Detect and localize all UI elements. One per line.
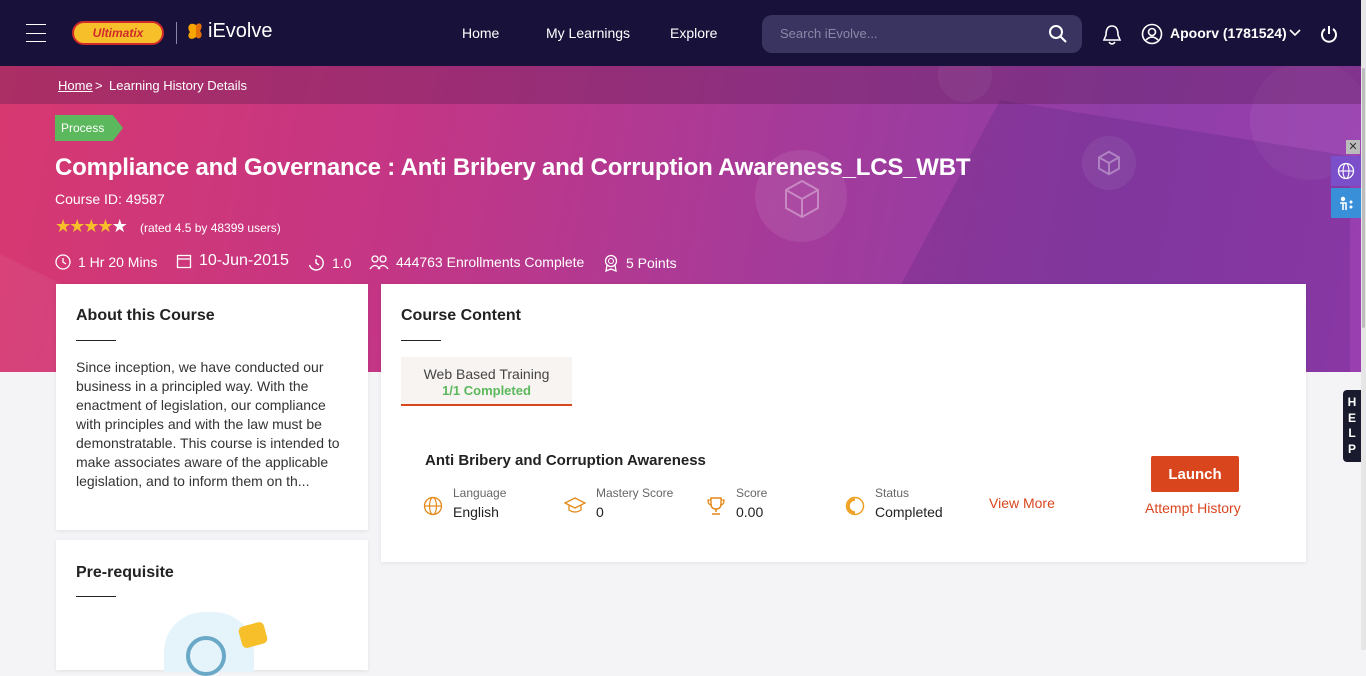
- graduation-cap-icon: [564, 497, 586, 513]
- category-tag: Process: [55, 115, 123, 141]
- star-icon: ★: [97, 216, 113, 236]
- search-icon[interactable]: [1048, 24, 1068, 44]
- tab-web-based-training[interactable]: Web Based Training 1/1 Completed: [401, 357, 572, 406]
- ultimatix-logo[interactable]: Ultimatix: [72, 21, 164, 45]
- about-heading: About this Course: [76, 307, 215, 324]
- tab-label: Web Based Training: [423, 366, 550, 382]
- enrollments-value: 444763 Enrollments Complete: [396, 254, 585, 270]
- search-placeholder: Search iEvolve...: [780, 26, 878, 41]
- chevron-down-icon[interactable]: [1289, 29, 1301, 37]
- help-letter: P: [1347, 441, 1356, 456]
- ievolve-logo[interactable]: iEvolve: [186, 20, 272, 43]
- search-input[interactable]: Search iEvolve...: [762, 15, 1082, 53]
- breadcrumb-home[interactable]: Home: [58, 78, 93, 93]
- user-icon[interactable]: [1141, 23, 1163, 45]
- close-icon[interactable]: ✕: [1346, 140, 1360, 154]
- language-label: Language: [453, 486, 507, 500]
- duration-value: 1 Hr 20 Mins: [78, 254, 158, 270]
- empty-state-illustration: [164, 612, 269, 676]
- help-letter: L: [1348, 426, 1356, 440]
- language-value: English: [453, 504, 499, 520]
- cube-icon: [1098, 150, 1120, 176]
- star-icon: ★: [83, 216, 99, 236]
- help-letter: H: [1347, 395, 1357, 409]
- score-field: Score 0.00: [706, 486, 767, 520]
- menu-icon[interactable]: [25, 20, 47, 46]
- badge-icon: [603, 254, 619, 272]
- star-icon: ★: [69, 216, 85, 236]
- module-title: Anti Bribery and Corruption Awareness: [425, 452, 706, 469]
- date: 10-Jun-2015: [176, 252, 289, 270]
- mastery-score-value: 0: [596, 504, 604, 520]
- logo-divider: [176, 22, 177, 44]
- accessibility-icon[interactable]: [1331, 188, 1361, 218]
- trophy-icon: [707, 497, 725, 515]
- points: 5 Points: [603, 254, 677, 272]
- user-name[interactable]: Apoorv (1781524): [1170, 25, 1287, 41]
- points-value: 5 Points: [626, 255, 677, 271]
- calendar-icon: [176, 253, 192, 269]
- nav-my-learnings[interactable]: My Learnings: [546, 25, 630, 41]
- cube-icon: [785, 179, 819, 219]
- about-course-card: About this Course Since inception, we ha…: [56, 284, 368, 530]
- heading-underline: [76, 596, 116, 597]
- language-field: Language English: [423, 486, 506, 520]
- mastery-score-label: Mastery Score: [596, 486, 674, 500]
- rating-stars: ★★★★★: [55, 216, 128, 237]
- version-icon: [307, 254, 325, 272]
- scrollbar-thumb[interactable]: [1362, 68, 1365, 328]
- status-label: Status: [875, 486, 910, 500]
- prerequisite-heading: Pre-requisite: [76, 564, 174, 581]
- enrollments: 444763 Enrollments Complete: [369, 254, 584, 270]
- heading-underline: [401, 340, 441, 341]
- prerequisite-card: Pre-requisite: [56, 540, 368, 676]
- bell-icon[interactable]: [1101, 23, 1123, 47]
- rating-text: (rated 4.5 by 48399 users): [140, 221, 281, 235]
- clock-icon: [55, 254, 71, 270]
- course-content-heading: Course Content: [401, 307, 521, 324]
- course-id: Course ID: 49587: [55, 191, 165, 207]
- status-value: Completed: [875, 504, 943, 520]
- duration: 1 Hr 20 Mins: [55, 254, 157, 270]
- about-description: Since inception, we have conducted our b…: [76, 359, 340, 489]
- date-value: 10-Jun-2015: [199, 252, 289, 269]
- nav-explore[interactable]: Explore: [670, 25, 717, 41]
- view-more-link[interactable]: View More: [989, 495, 1055, 511]
- course-content-card: Course Content Web Based Training 1/1 Co…: [381, 284, 1306, 562]
- heading-underline: [76, 340, 116, 341]
- launch-button[interactable]: Launch: [1151, 456, 1239, 492]
- mastery-score-field: Mastery Score 0: [564, 486, 673, 520]
- breadcrumb-current: Learning History Details: [109, 78, 248, 93]
- score-label: Score: [736, 486, 768, 500]
- butterfly-icon: [188, 22, 202, 39]
- score-value: 0.00: [736, 504, 764, 520]
- translate-icon[interactable]: [1331, 156, 1361, 186]
- help-letter: E: [1347, 410, 1356, 425]
- globe-icon: [423, 496, 443, 516]
- tab-status: 1/1 Completed: [442, 383, 531, 398]
- breadcrumb-separator: >: [95, 78, 103, 93]
- star-icon: ★: [111, 216, 128, 236]
- version-value: 1.0: [332, 255, 352, 271]
- star-icon: ★: [55, 216, 71, 236]
- attempt-history-link[interactable]: Attempt History: [1145, 500, 1241, 516]
- status-ring-icon: [845, 496, 865, 516]
- version: 1.0: [307, 254, 351, 272]
- power-icon[interactable]: [1319, 24, 1339, 44]
- nav-home[interactable]: Home: [462, 25, 499, 41]
- users-icon: [369, 254, 389, 270]
- help-tab[interactable]: H E L P: [1343, 390, 1361, 462]
- status-field: Status Completed: [845, 486, 943, 520]
- course-title: Compliance and Governance : Anti Bribery…: [55, 154, 971, 181]
